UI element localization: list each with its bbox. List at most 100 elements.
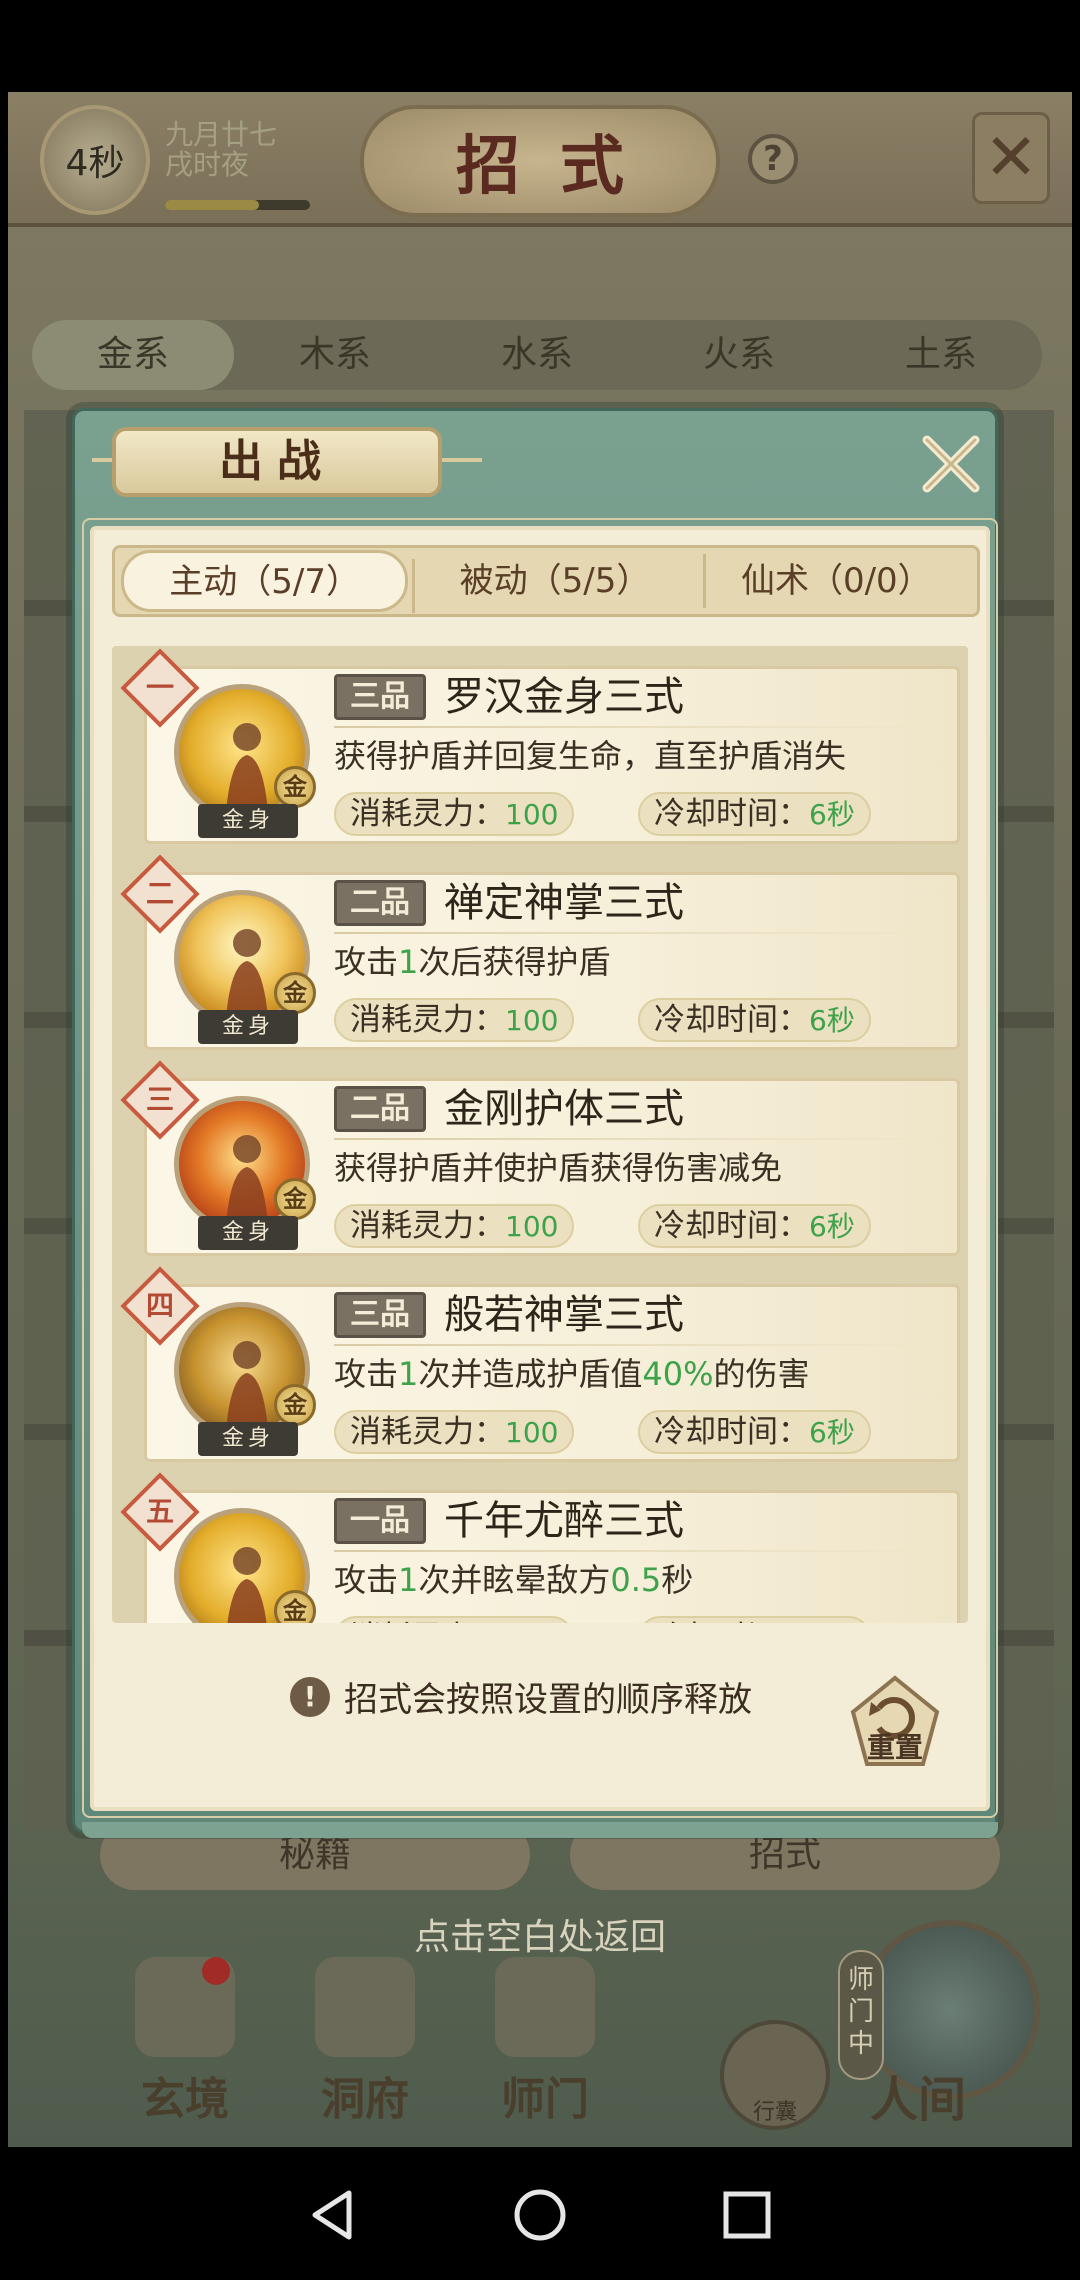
cost-value: 100 xyxy=(505,1210,559,1243)
page-close-button[interactable]: ✕ xyxy=(972,112,1050,204)
modal-bottom-edge xyxy=(82,1822,998,1838)
game-date: 九月廿七 戌时夜 xyxy=(165,120,277,180)
desc-highlight: 1 xyxy=(398,943,419,981)
skill-description: 攻击1次并眩晕敌方0.5秒 xyxy=(334,1560,693,1600)
spirit-cost: 消耗灵力：100 xyxy=(334,998,575,1042)
nav-xuanjing[interactable]: 玄境 xyxy=(110,1957,260,2127)
skill-description: 攻击1次并造成护盾值40%的伤害 xyxy=(334,1354,810,1394)
spirit-cost: 消耗灵力：100 xyxy=(334,1616,575,1623)
cooldown: 冷却时间：6秒 xyxy=(638,1204,871,1248)
skill-card[interactable]: 二 金 金身 二品 禅定神掌三式 攻击1次后获得护盾 消耗灵力：100 冷却时间… xyxy=(120,854,960,1050)
skill-order: 一 xyxy=(145,671,174,704)
desc-highlight: 40% xyxy=(642,1355,714,1393)
nav-shimen[interactable]: 师门 xyxy=(470,1957,620,2127)
time-progress-bar xyxy=(165,200,310,210)
cooldown-value: 6秒 xyxy=(809,1210,855,1243)
tab-immortal-arts[interactable]: 仙术（0/0） xyxy=(696,548,977,614)
element-tabs: 金系 木系 水系 火系 土系 xyxy=(32,320,1042,390)
tab-water[interactable]: 水系 xyxy=(436,320,638,390)
avatar-tag: 金身 xyxy=(198,1010,298,1044)
skill-description: 攻击1次后获得护盾 xyxy=(334,942,610,982)
tab-fire[interactable]: 火系 xyxy=(638,320,840,390)
help-button[interactable]: ? xyxy=(748,134,798,184)
notification-dot xyxy=(202,1957,230,1985)
system-navigation-bar xyxy=(0,2150,1080,2280)
skill-grade: 三品 xyxy=(334,674,426,720)
tab-passive-skills[interactable]: 被动（5/5） xyxy=(414,548,706,614)
card-divider xyxy=(334,1344,924,1346)
cooldown-label: 冷却时间： xyxy=(654,1414,809,1450)
card-divider xyxy=(334,1138,924,1140)
pouch-button[interactable]: 行囊 xyxy=(720,2020,830,2130)
skill-list: 一 金 金身 三品 罗汉金身三式 获得护盾并回复生命，直至护盾消失 消耗灵力：1… xyxy=(112,646,968,1623)
recents-button[interactable] xyxy=(717,2185,777,2245)
banner-icon xyxy=(495,1957,595,2057)
cooldown: 冷却时间：6秒 xyxy=(638,1616,871,1623)
modal-close-button[interactable] xyxy=(915,428,987,500)
nav-dongfu[interactable]: 洞府 xyxy=(290,1957,440,2127)
skill-description: 获得护盾并使护盾获得伤害减免 xyxy=(334,1148,782,1188)
cost-label: 消耗灵力： xyxy=(350,796,505,832)
tab-metal[interactable]: 金系 xyxy=(32,320,234,390)
desc-text: 次并眩晕敌方 xyxy=(418,1561,611,1599)
skill-name: 般若神掌三式 xyxy=(444,1292,684,1338)
skill-grade: 三品 xyxy=(334,1292,426,1338)
cooldown-value: 6秒 xyxy=(809,1416,855,1449)
spirit-cost: 消耗灵力：100 xyxy=(334,1410,575,1454)
skill-type-tabs: 主动（5/7） 被动（5/5） 仙术（0/0） xyxy=(112,545,980,617)
cost-label: 消耗灵力： xyxy=(350,1208,505,1244)
skill-order: 四 xyxy=(145,1289,174,1322)
desc-text: 攻击 xyxy=(334,943,399,981)
skill-name: 金刚护体三式 xyxy=(444,1086,684,1132)
desc-highlight: 1 xyxy=(398,1561,419,1599)
desc-text: 攻击 xyxy=(334,1561,399,1599)
cost-value: 100 xyxy=(505,1622,558,1623)
tab-earth[interactable]: 土系 xyxy=(840,320,1042,390)
element-badge: 金 xyxy=(274,766,316,808)
tab-wood[interactable]: 木系 xyxy=(234,320,436,390)
cost-value: 100 xyxy=(505,1004,559,1037)
page-title: 招式 xyxy=(360,105,720,217)
skill-name: 千年尤醉三式 xyxy=(444,1498,684,1544)
skill-order: 二 xyxy=(145,877,174,910)
skill-description: 获得护盾并回复生命，直至护盾消失 xyxy=(334,736,846,776)
desc-text: 的伤害 xyxy=(713,1355,810,1393)
character-figure-icon xyxy=(227,1547,267,1623)
skill-card[interactable]: 五 金 金身 一品 千年尤醉三式 攻击1次并眩晕敌方0.5秒 消耗灵力：100 … xyxy=(120,1472,960,1623)
skill-card[interactable]: 四 金 金身 三品 般若神掌三式 攻击1次并造成护盾值40%的伤害 消耗灵力：1… xyxy=(120,1266,960,1462)
home-button[interactable] xyxy=(510,2185,570,2245)
desc-text: 秒 xyxy=(661,1561,694,1599)
skill-name: 禅定神掌三式 xyxy=(444,880,684,926)
cost-label: 消耗灵力： xyxy=(350,1620,505,1623)
plaque-ornament-right xyxy=(442,458,482,462)
desc-text: 获得护盾并使护盾获得伤害减免 xyxy=(334,1149,783,1187)
tab-active-skills[interactable]: 主动（5/7） xyxy=(121,550,416,613)
skill-order: 三 xyxy=(145,1083,174,1116)
time-progress-fill xyxy=(165,200,260,210)
cooldown: 冷却时间：6秒 xyxy=(638,998,871,1042)
card-divider xyxy=(334,1550,924,1552)
skill-name: 罗汉金身三式 xyxy=(444,674,684,720)
cooldown-value: 6秒 xyxy=(809,798,855,831)
avatar-tag: 金身 xyxy=(198,1422,298,1456)
cooldown-value: 6秒 xyxy=(809,1622,855,1623)
date-line-1: 九月廿七 xyxy=(165,118,278,151)
skill-grade: 二品 xyxy=(334,880,426,926)
exclamation-icon: ! xyxy=(290,1676,330,1717)
cooldown-label: 冷却时间： xyxy=(654,796,809,832)
desc-text: 次并造成护盾值 xyxy=(418,1355,643,1393)
skill-card[interactable]: 一 金 金身 三品 罗汉金身三式 获得护盾并回复生命，直至护盾消失 消耗灵力：1… xyxy=(120,648,960,844)
skill-card[interactable]: 三 金 金身 二品 金刚护体三式 获得护盾并使护盾获得伤害减免 消耗灵力：100… xyxy=(120,1060,960,1256)
spirit-cost: 消耗灵力：100 xyxy=(334,792,575,836)
nav-label: 师门 xyxy=(501,2074,589,2125)
return-hint-text: 点击空白处返回 xyxy=(413,1917,666,1958)
element-badge: 金 xyxy=(274,1384,316,1426)
order-hint-text: 招式会按照设置的顺序释放 xyxy=(344,1680,752,1720)
timer-badge: 4秒 xyxy=(40,105,150,215)
back-button[interactable] xyxy=(303,2185,363,2245)
cost-value: 100 xyxy=(505,1416,559,1449)
home-circle-icon xyxy=(514,2189,566,2241)
cooldown: 冷却时间：6秒 xyxy=(638,1410,871,1454)
desc-highlight: 1 xyxy=(398,1355,419,1393)
status-bar xyxy=(0,0,1080,92)
